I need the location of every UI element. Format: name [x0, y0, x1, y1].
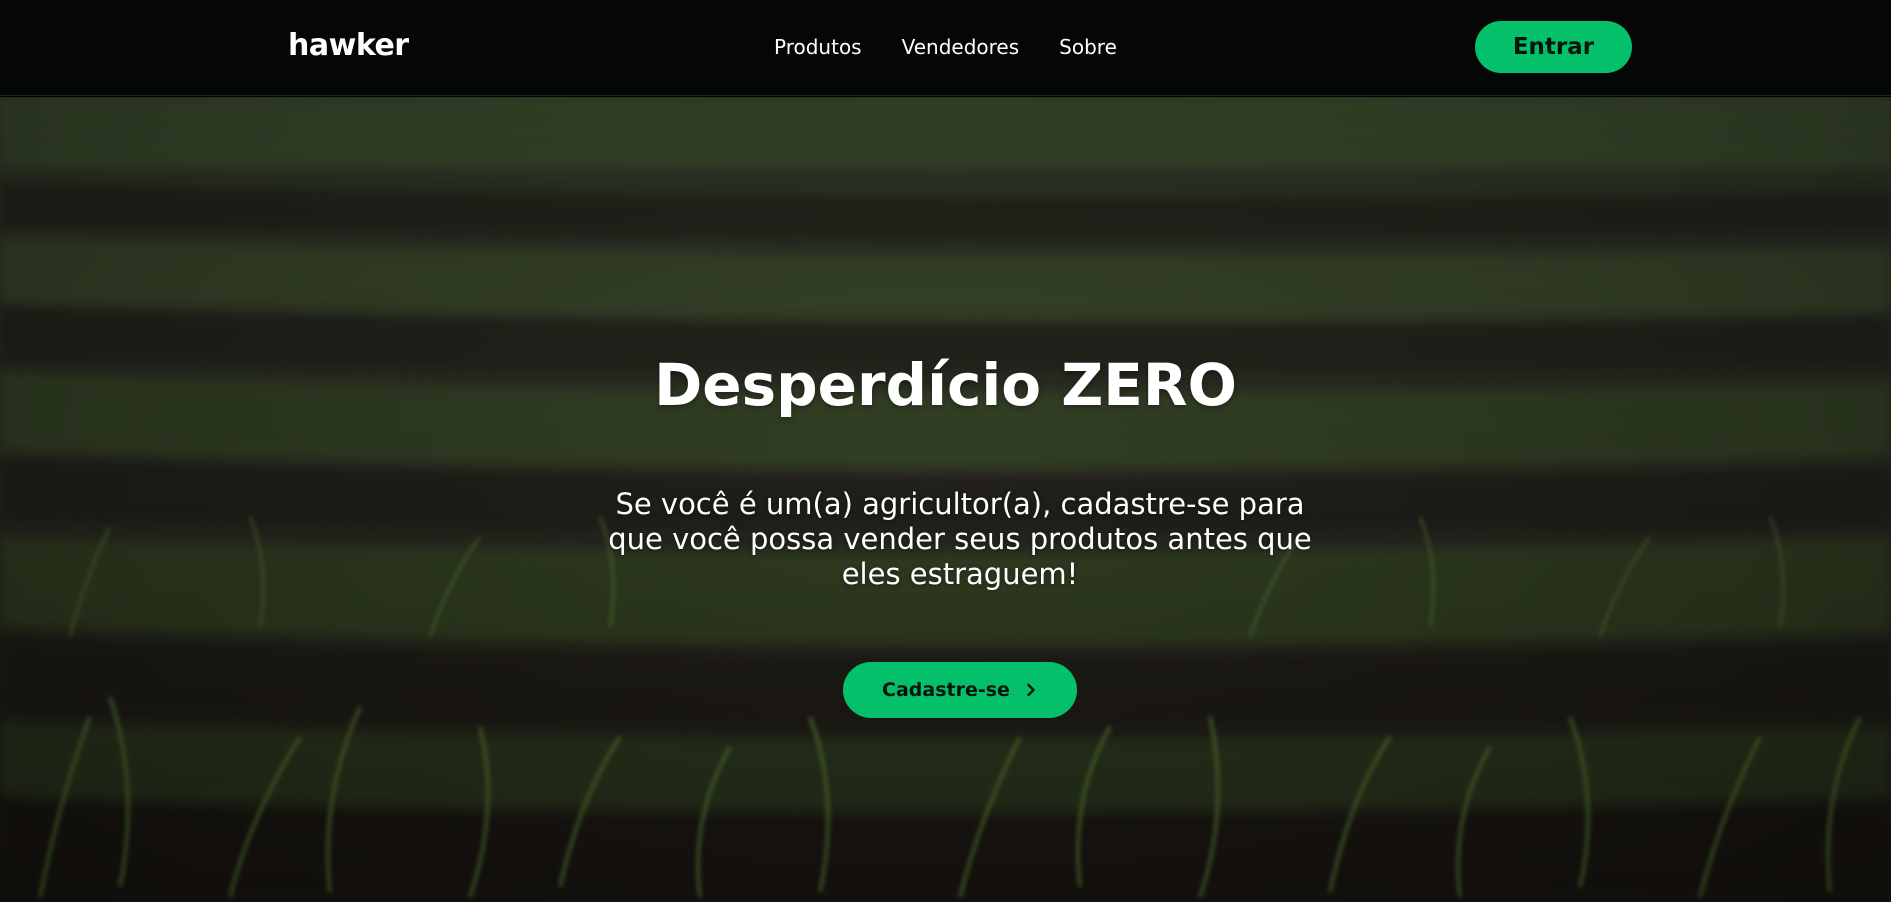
nav-link-vendedores[interactable]: Vendedores — [902, 28, 1020, 66]
chevron-right-icon — [1024, 683, 1038, 697]
logo[interactable]: hawker — [288, 26, 409, 66]
hero-subtitle-line: que você possa vender seus produtos ante… — [608, 522, 1312, 556]
hero-subtitle-line: eles estraguem! — [841, 557, 1079, 591]
navbar: hawker Produtos Vendedores Sobre Entrar — [0, 0, 1891, 96]
nav-link-produtos[interactable]: Produtos — [774, 28, 862, 66]
nav-links: Produtos Vendedores Sobre — [774, 28, 1117, 66]
hero-subtitle-line: Se você é um(a) agricultor(a), cadastre-… — [615, 487, 1305, 521]
login-button[interactable]: Entrar — [1475, 21, 1632, 73]
hero-subtitle: Se você é um(a) agricultor(a), cadastre-… — [595, 487, 1325, 592]
hero-section: Desperdício ZERO Se você é um(a) agricul… — [0, 97, 1891, 902]
signup-button[interactable]: Cadastre-se — [843, 662, 1077, 718]
nav-link-sobre[interactable]: Sobre — [1059, 28, 1117, 66]
hero-title: Desperdício ZERO — [654, 351, 1237, 419]
signup-button-label: Cadastre-se — [882, 679, 1010, 701]
